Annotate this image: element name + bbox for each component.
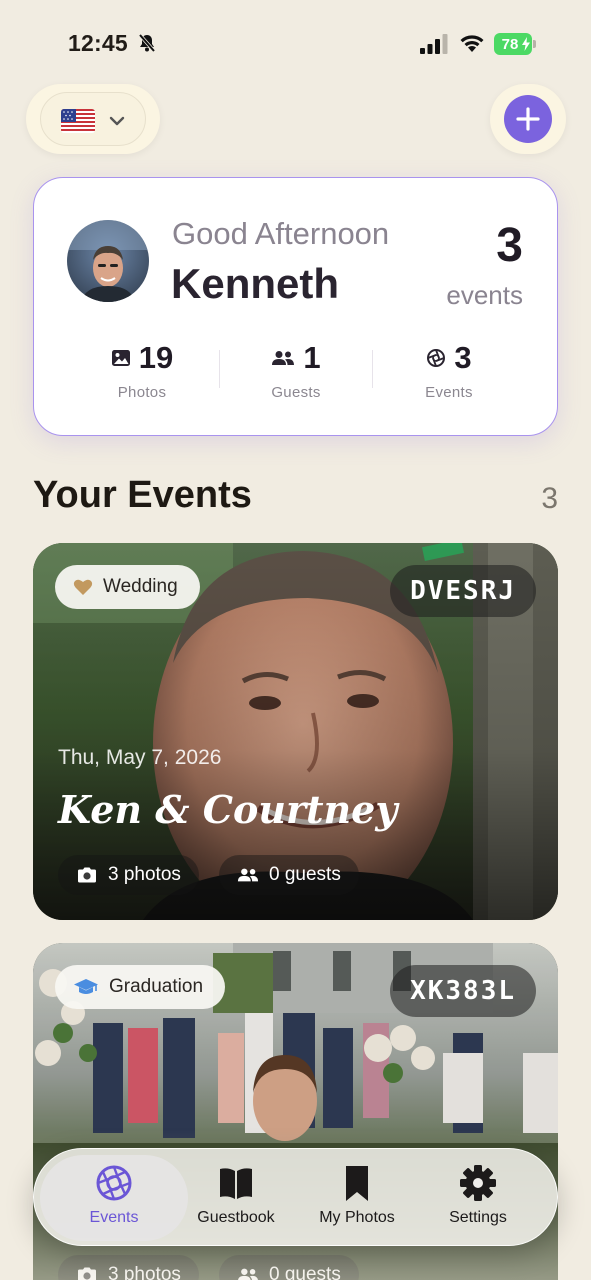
stat-value: 19 (138, 340, 174, 375)
tab-label: Guestbook (197, 1209, 275, 1226)
event-tag: Graduation (55, 965, 226, 1009)
event-photos-count: 3 photos (58, 1255, 199, 1280)
tab-bar: Events Guestbook My Photos Settings (33, 1148, 558, 1246)
people-icon (237, 868, 259, 882)
tab-my-photos[interactable]: My Photos (292, 1163, 422, 1227)
language-selector[interactable] (26, 84, 160, 154)
greeting-text: Good Afternoon (172, 216, 390, 251)
us-flag-icon (61, 109, 95, 133)
battery-level: 78 (501, 35, 519, 53)
camera-icon (78, 1267, 96, 1280)
event-photos-count: 3 photos (58, 855, 199, 895)
tab-settings[interactable]: Settings (413, 1163, 543, 1227)
plus-icon (516, 107, 540, 131)
stat-events: 3 Events (374, 340, 524, 401)
status-time: 12:45 (68, 30, 128, 56)
event-guests-label: 0 guests (269, 864, 341, 885)
event-tag: Wedding (55, 565, 200, 609)
section-title: Your Events (33, 474, 252, 516)
battery-charging-icon: 78 (494, 33, 538, 55)
aperture-icon (96, 1165, 132, 1201)
event-guests-count: 0 guests (219, 1255, 359, 1280)
tab-label: My Photos (319, 1209, 395, 1226)
people-icon (272, 351, 295, 365)
event-title: Ken & Courtney (58, 787, 398, 832)
event-code[interactable]: XK383L (390, 965, 536, 1017)
greeting-card: Good Afternoon Kenneth 3 events 19 Photo… (33, 177, 558, 436)
event-code[interactable]: DVESRJ (390, 565, 536, 617)
divider (219, 350, 220, 388)
event-count: 3 (496, 219, 523, 272)
chevron-down-icon (109, 116, 125, 126)
stat-label: Guests (271, 384, 321, 401)
stat-value: 1 (303, 340, 321, 375)
tab-guestbook[interactable]: Guestbook (171, 1163, 301, 1227)
cellular-signal-icon (420, 34, 448, 54)
stat-label: Events (425, 384, 473, 401)
stat-value: 3 (454, 340, 472, 375)
event-date: Thu, May 7, 2026 (58, 746, 222, 769)
add-event-container (490, 84, 566, 154)
status-bar: 12:45 78 (0, 0, 591, 88)
bookmark-icon (346, 1166, 368, 1201)
event-photos-label: 3 photos (108, 864, 181, 885)
event-card[interactable]: Wedding DVESRJ Thu, May 7, 2026 Ken & Co… (33, 543, 558, 920)
user-name: Kenneth (171, 260, 339, 307)
event-tag-label: Wedding (103, 576, 178, 597)
camera-icon (78, 867, 96, 883)
stat-photos: 19 Photos (67, 340, 217, 401)
photo-icon (111, 350, 130, 366)
avatar[interactable] (67, 220, 149, 302)
book-icon (220, 1168, 252, 1199)
event-guests-label: 0 guests (269, 1264, 341, 1280)
gear-icon (460, 1165, 496, 1201)
section-count: 3 (541, 482, 558, 515)
bell-slash-icon (138, 33, 156, 53)
add-event-button[interactable] (504, 95, 552, 143)
graduation-cap-icon (74, 979, 98, 994)
divider (372, 350, 373, 388)
aperture-icon (427, 349, 446, 367)
event-guests-count: 0 guests (219, 855, 359, 895)
stat-guests: 1 Guests (221, 340, 371, 401)
tab-events[interactable]: Events (49, 1163, 179, 1227)
people-icon (238, 1268, 258, 1280)
event-photos-label: 3 photos (108, 1264, 181, 1280)
tab-label: Settings (449, 1209, 507, 1226)
event-count-label: events (446, 280, 523, 310)
tab-label: Events (89, 1209, 139, 1226)
stat-label: Photos (117, 384, 167, 401)
event-tag-label: Graduation (109, 976, 204, 997)
wifi-icon (460, 35, 484, 52)
language-selector-button[interactable] (40, 92, 146, 146)
heart-icon (73, 579, 93, 595)
